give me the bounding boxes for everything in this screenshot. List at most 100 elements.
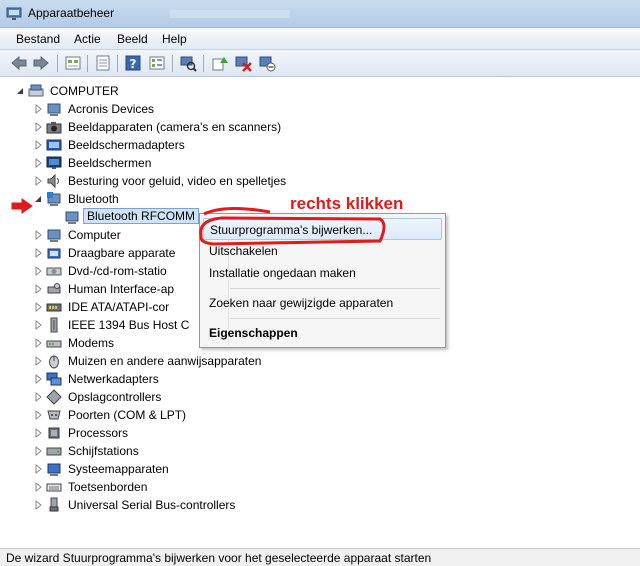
menu-item-label: Uitschakelen bbox=[209, 244, 278, 258]
expand-triangle-icon[interactable] bbox=[34, 464, 42, 474]
expand-triangle-icon[interactable] bbox=[34, 320, 42, 330]
tree-label: Schijfstations bbox=[68, 444, 139, 458]
menu-actie[interactable]: Actie bbox=[74, 32, 101, 46]
expand-triangle-icon[interactable] bbox=[34, 284, 42, 294]
menu-item-disable[interactable]: Uitschakelen bbox=[203, 240, 442, 262]
disc-drive-icon bbox=[46, 267, 62, 276]
tree-label: IEEE 1394 Bus Host C bbox=[68, 318, 190, 332]
menu-bar: Bestand Actie Beeld Help bbox=[0, 28, 640, 50]
title-bar-blur bbox=[170, 10, 290, 18]
bluetooth-device-icon bbox=[47, 192, 61, 206]
expand-triangle-icon[interactable] bbox=[34, 140, 42, 150]
menu-beeld[interactable]: Beeld bbox=[117, 32, 148, 46]
menu-item-properties[interactable]: Eigenschappen bbox=[203, 322, 442, 344]
back-icon[interactable] bbox=[10, 54, 28, 72]
port-icon bbox=[47, 410, 61, 420]
tree-label: Computer bbox=[68, 228, 121, 242]
tree-label: Muizen en andere aanwijsapparaten bbox=[68, 354, 262, 368]
menu-bestand[interactable]: Bestand bbox=[16, 32, 60, 46]
tree-label: Bluetooth RFCOMM bbox=[83, 208, 200, 224]
mouse-icon bbox=[49, 355, 59, 369]
firewire-icon bbox=[50, 317, 58, 333]
expand-triangle-icon[interactable] bbox=[34, 338, 42, 348]
menu-item-label: Stuurprogramma's bijwerken... bbox=[210, 223, 373, 237]
tree-label: IDE ATA/ATAPI-cor bbox=[68, 300, 170, 314]
expand-triangle-icon[interactable] bbox=[34, 428, 42, 438]
menu-item-label: Zoeken naar gewijzigde apparaten bbox=[209, 296, 394, 310]
tree-label: Modems bbox=[68, 336, 115, 350]
expand-triangle-icon[interactable] bbox=[34, 248, 42, 258]
toolbar: ? bbox=[0, 50, 640, 77]
tree-label: Netwerkadapters bbox=[68, 372, 159, 386]
network-adapter-icon bbox=[46, 372, 62, 386]
update-driver-icon[interactable] bbox=[210, 54, 228, 72]
menu-separator bbox=[230, 318, 440, 319]
monitor-icon bbox=[46, 156, 62, 169]
menu-item-uninstall[interactable]: Installatie ongedaan maken bbox=[203, 262, 442, 284]
forward-icon[interactable] bbox=[32, 54, 50, 72]
speaker-icon bbox=[47, 173, 59, 189]
expand-triangle-icon[interactable] bbox=[34, 230, 42, 240]
expand-triangle-icon[interactable] bbox=[34, 500, 42, 510]
bluetooth-device-icon bbox=[65, 211, 79, 224]
tree-label: Processors bbox=[68, 426, 129, 440]
menu-item-label: Installatie ongedaan maken bbox=[209, 266, 356, 280]
display-adapter-icon bbox=[46, 139, 62, 151]
tree-label: Beeldschermadapters bbox=[68, 138, 185, 152]
toolbar-separator bbox=[172, 55, 173, 72]
expand-triangle-icon[interactable] bbox=[34, 158, 42, 168]
expand-triangle-icon[interactable] bbox=[34, 302, 42, 312]
expand-triangle-icon[interactable] bbox=[34, 266, 42, 276]
storage-controller-icon bbox=[46, 303, 62, 312]
expand-triangle-icon[interactable] bbox=[34, 410, 42, 420]
window-title: Apparaatbeheer bbox=[28, 6, 115, 20]
status-bar: De wizard Stuurprogramma's bijwerken voo… bbox=[0, 548, 640, 566]
up-level-icon[interactable] bbox=[64, 54, 82, 72]
status-text: De wizard Stuurprogramma's bijwerken voo… bbox=[6, 551, 432, 565]
tree-label: Beeldschermen bbox=[68, 156, 152, 170]
expand-triangle-icon[interactable] bbox=[34, 446, 42, 456]
expand-triangle-icon[interactable] bbox=[34, 104, 42, 114]
toolbar-separator bbox=[87, 55, 88, 72]
tree-label: Poorten (COM & LPT) bbox=[68, 408, 187, 422]
expand-triangle-icon[interactable] bbox=[34, 392, 42, 402]
context-menu: Stuurprogramma's bijwerken... Uitschakel… bbox=[199, 213, 446, 348]
toolbar-separator bbox=[57, 55, 58, 72]
scan-hardware-icon[interactable] bbox=[179, 54, 197, 72]
tree-label: COMPUTER bbox=[50, 84, 119, 98]
modem-icon bbox=[46, 340, 62, 348]
tree-label: Systeemapparaten bbox=[68, 462, 169, 476]
expand-triangle-icon[interactable] bbox=[34, 176, 42, 186]
tree-label: Dvd-/cd-rom-statio bbox=[68, 264, 167, 278]
properties-icon[interactable] bbox=[94, 54, 112, 72]
help-icon[interactable]: ? bbox=[124, 54, 142, 72]
tree-label: Universal Serial Bus-controllers bbox=[68, 498, 236, 512]
hid-icon bbox=[47, 283, 61, 294]
collapse-triangle-icon[interactable] bbox=[34, 194, 42, 204]
expand-triangle-icon[interactable] bbox=[34, 356, 42, 366]
expand-triangle-icon[interactable] bbox=[34, 122, 42, 132]
expand-triangle-icon[interactable] bbox=[34, 482, 42, 492]
menu-separator bbox=[230, 288, 440, 289]
menu-item-update-driver[interactable]: Stuurprogramma's bijwerken... bbox=[203, 218, 442, 240]
storage-icon bbox=[46, 389, 62, 405]
tree-label: Draagbare apparate bbox=[68, 246, 176, 260]
system-device-icon bbox=[47, 463, 61, 476]
tree-label: Acronis Devices bbox=[68, 102, 155, 116]
tree-label: Toetsenborden bbox=[68, 480, 148, 494]
tree-label: Human Interface-ap bbox=[68, 282, 175, 296]
disk-drive-icon bbox=[46, 447, 62, 456]
menu-item-scan-changes[interactable]: Zoeken naar gewijzigde apparaten bbox=[203, 292, 442, 314]
disable-icon[interactable] bbox=[258, 54, 276, 72]
menu-help[interactable]: Help bbox=[162, 32, 187, 46]
tree-label: Opslagcontrollers bbox=[68, 390, 162, 404]
menu-item-label: Eigenschappen bbox=[209, 326, 298, 340]
expand-triangle-icon[interactable] bbox=[34, 374, 42, 384]
collapse-triangle-icon[interactable] bbox=[16, 86, 24, 96]
device-icon bbox=[47, 103, 61, 116]
console-tree-icon[interactable] bbox=[148, 54, 166, 72]
computer-icon bbox=[28, 84, 44, 97]
annotation-text: rechts klikken bbox=[290, 194, 404, 213]
uninstall-icon[interactable] bbox=[234, 54, 252, 72]
toolbar-separator bbox=[203, 55, 204, 72]
